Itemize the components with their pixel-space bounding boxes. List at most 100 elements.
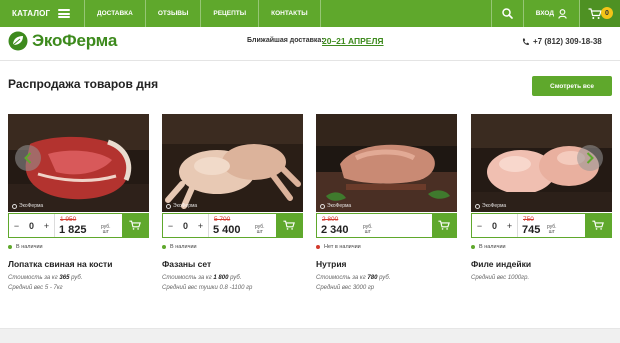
cart-icon: [588, 7, 602, 19]
quantity-value[interactable]: 0: [29, 221, 34, 231]
current-price: 745: [522, 224, 541, 236]
stock-dot: [162, 245, 166, 249]
price-block: 5 700 5 400 руб. шт: [209, 214, 276, 237]
delivery-label: Ближайшая доставка:: [247, 37, 324, 44]
watermark: ЭкоФерма: [320, 203, 351, 209]
watermark-text: ЭкоФерма: [173, 203, 198, 209]
top-right-actions: ВХОД 0: [490, 0, 620, 27]
price-unit: руб. шт: [255, 224, 265, 235]
price-unit: руб. шт: [101, 224, 111, 235]
product-image[interactable]: ЭкоФерма: [316, 114, 457, 212]
product-name[interactable]: Филе индейки: [471, 259, 612, 269]
stock-status: Нет в наличии: [316, 244, 457, 250]
product-meta: Средний вес 1000гр.: [471, 275, 530, 281]
hamburger-icon: [58, 9, 71, 18]
product-card: ЭкоФерма − 0 + 1 950 1 825 руб. шт В нали…: [8, 114, 149, 293]
product-name[interactable]: Фазаны сет: [162, 259, 303, 269]
carousel-next-button[interactable]: [577, 145, 603, 171]
cart-icon: [283, 220, 295, 230]
quantity-stepper: − 0 +: [9, 214, 55, 237]
delivery-date-link[interactable]: 20–21 АПРЕЛЯ: [322, 36, 384, 46]
price-block: 1 950 1 825 руб. шт: [55, 214, 122, 237]
logo-text: ЭкоФерма: [32, 31, 118, 50]
stock-dot: [316, 245, 320, 249]
main-nav: ДОСТАВКА ОТЗЫВЫ РЕЦЕПТЫ КОНТАКТЫ: [85, 0, 321, 27]
see-all-button[interactable]: Смотреть все: [532, 76, 612, 96]
product-meta: Стоимость за кг 365 руб. Средний вес 5 -…: [8, 275, 83, 291]
stock-status: В наличии: [8, 244, 149, 250]
add-to-cart-button[interactable]: [585, 214, 611, 237]
decrement-button[interactable]: −: [168, 221, 173, 231]
watermark-text: ЭкоФерма: [327, 203, 352, 209]
old-price: 2 800: [322, 216, 339, 223]
product-name[interactable]: Нутрия: [316, 259, 457, 269]
current-price: 1 825: [59, 224, 87, 236]
nav-link-contacts[interactable]: КОНТАКТЫ: [259, 0, 321, 27]
product-meta: Стоимость за кг 1 800 руб. Средний вес т…: [162, 275, 253, 291]
buy-bar: − 0 + 1 950 1 825 руб. шт: [8, 213, 149, 238]
nav-link-reviews[interactable]: ОТЗЫВЫ: [146, 0, 202, 27]
login-button[interactable]: ВХОД: [522, 0, 580, 27]
user-icon: [558, 8, 567, 19]
product-image[interactable]: ЭкоФерма: [162, 114, 303, 212]
leaf-logo-icon: [8, 31, 28, 51]
price-unit: руб. шт: [547, 224, 557, 235]
login-label: ВХОД: [535, 10, 554, 17]
catalog-menu-button[interactable]: КАТАЛОГ: [0, 0, 84, 27]
old-price: 750: [523, 216, 534, 223]
quantity-stepper: − 0 +: [472, 214, 518, 237]
decrement-button[interactable]: −: [14, 221, 19, 231]
section-title: Распродажа товаров дня: [8, 77, 159, 91]
product-card: ЭкоФерма − 0 + 750 745 руб. шт В наличии …: [471, 114, 612, 283]
phone-icon: [522, 38, 529, 45]
cart-button[interactable]: 0: [580, 0, 620, 27]
phone-link[interactable]: +7 (812) 309-18-38: [522, 37, 602, 46]
nav-link-recipes[interactable]: РЕЦЕПТЫ: [201, 0, 260, 27]
buy-bar: − 0 + 5 700 5 400 руб. шт: [162, 213, 303, 238]
catalog-label: КАТАЛОГ: [12, 9, 51, 18]
quantity-value[interactable]: 0: [183, 221, 188, 231]
cart-icon: [592, 220, 604, 230]
site-logo[interactable]: ЭкоФерма: [8, 31, 117, 51]
nav-link-delivery[interactable]: ДОСТАВКА: [85, 0, 146, 27]
carousel-prev-button[interactable]: [15, 145, 41, 171]
search-icon: [502, 8, 513, 19]
increment-button[interactable]: +: [198, 221, 203, 231]
current-price: 5 400: [213, 224, 241, 236]
buy-bar: − 0 + 750 745 руб. шт: [471, 213, 612, 238]
chevron-right-icon: [586, 152, 594, 164]
add-to-cart-button[interactable]: [122, 214, 148, 237]
increment-button[interactable]: +: [507, 221, 512, 231]
price-block: 750 745 руб. шт: [518, 214, 585, 237]
header-divider: [0, 60, 620, 61]
decrement-button[interactable]: −: [477, 221, 482, 231]
watermark: ЭкоФерма: [475, 203, 506, 209]
old-price: 1 950: [60, 216, 77, 223]
product-card: ЭкоФерма − 0 + 5 700 5 400 руб. шт В нали…: [162, 114, 303, 293]
top-nav-bar: КАТАЛОГ ДОСТАВКА ОТЗЫВЫ РЕЦЕПТЫ КОНТАКТЫ…: [0, 0, 620, 27]
quantity-stepper: − 0 +: [163, 214, 209, 237]
site-header: ЭкоФерма Ближайшая доставка: 20–21 АПРЕЛ…: [0, 27, 620, 58]
stock-dot: [471, 245, 475, 249]
stock-status: В наличии: [162, 244, 303, 250]
stock-status: В наличии: [471, 244, 612, 250]
search-button[interactable]: [490, 0, 523, 27]
add-to-cart-button[interactable]: [276, 214, 302, 237]
watermark: ЭкоФерма: [166, 203, 197, 209]
watermark: ЭкоФерма: [12, 203, 43, 209]
watermark-text: ЭкоФерма: [19, 203, 44, 209]
stock-dot: [8, 245, 12, 249]
quantity-value[interactable]: 0: [492, 221, 497, 231]
phone-number: +7 (812) 309-18-38: [533, 37, 602, 46]
price-block: 2 800 2 340 руб. шт: [317, 214, 432, 237]
cart-icon: [129, 220, 141, 230]
price-unit: руб. шт: [363, 224, 373, 235]
add-to-cart-button[interactable]: [432, 214, 456, 237]
increment-button[interactable]: +: [44, 221, 49, 231]
product-name[interactable]: Лопатка свиная на кости: [8, 259, 149, 269]
current-price: 2 340: [321, 224, 349, 236]
old-price: 5 700: [214, 216, 231, 223]
buy-bar: 2 800 2 340 руб. шт: [316, 213, 457, 238]
watermark-text: ЭкоФерма: [482, 203, 507, 209]
product-card: ЭкоФерма 2 800 2 340 руб. шт Нет в наличи…: [316, 114, 457, 293]
